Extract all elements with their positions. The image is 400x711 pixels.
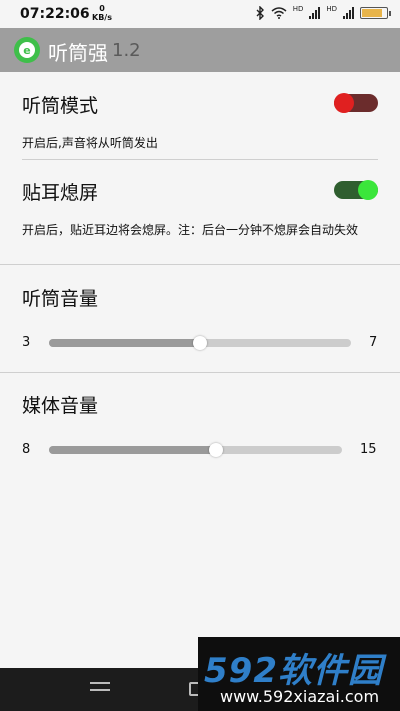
app-title: 听筒强 bbox=[48, 41, 108, 65]
slider-thumb[interactable] bbox=[209, 443, 224, 457]
slider-thumb[interactable] bbox=[193, 336, 207, 350]
ear-icon: e bbox=[14, 37, 40, 63]
watermark: 592软件园 www.592xiazai.com bbox=[198, 637, 400, 711]
earpiece-mode-title: 听筒模式 bbox=[22, 95, 99, 117]
signal-icon bbox=[309, 7, 321, 19]
media-volume-title: 媒体音量 bbox=[22, 395, 99, 417]
status-time: 07:22:06 bbox=[20, 6, 90, 22]
slider-max-label: 7 bbox=[369, 335, 378, 350]
back-icon[interactable] bbox=[90, 682, 110, 696]
media-volume-slider[interactable]: 8 15 bbox=[0, 440, 400, 460]
status-icons: HD HD bbox=[255, 5, 391, 20]
watermark-url: www.592xiazai.com bbox=[220, 687, 380, 706]
earpiece-volume-title: 听筒音量 bbox=[22, 288, 99, 310]
divider bbox=[0, 264, 400, 265]
battery-icon bbox=[360, 7, 391, 19]
network-speed: 0 KB/s bbox=[92, 4, 112, 22]
signal-icon bbox=[343, 7, 354, 19]
earpiece-mode-toggle[interactable] bbox=[334, 93, 378, 113]
earpiece-volume-slider[interactable]: 3 7 bbox=[0, 333, 400, 353]
divider bbox=[0, 372, 400, 373]
slider-track[interactable] bbox=[49, 446, 342, 454]
ear-screen-off-desc: 开启后，贴近耳边将会熄屏。注：后台一分钟不熄屏会自动失效 bbox=[22, 223, 359, 237]
ear-screen-off-toggle[interactable] bbox=[334, 180, 378, 200]
app-version: 1.2 bbox=[112, 40, 141, 61]
slider-max-label: 15 bbox=[360, 442, 377, 457]
bluetooth-icon bbox=[256, 6, 264, 20]
hd-badge: HD bbox=[326, 5, 337, 13]
slider-min-label: 8 bbox=[22, 442, 31, 457]
earpiece-mode-desc: 开启后,声音将从听筒发出 bbox=[22, 136, 158, 150]
status-bar: 07:22:06 0 KB/s HD HD bbox=[0, 0, 400, 28]
slider-min-label: 3 bbox=[22, 335, 31, 350]
divider bbox=[22, 159, 378, 160]
wifi-icon bbox=[271, 7, 287, 19]
hd-badge: HD bbox=[292, 5, 304, 13]
ear-screen-off-title: 贴耳熄屏 bbox=[22, 182, 99, 204]
app-bar: e 听筒强 1.2 bbox=[0, 28, 400, 72]
watermark-logo: 592软件园 bbox=[204, 651, 383, 691]
